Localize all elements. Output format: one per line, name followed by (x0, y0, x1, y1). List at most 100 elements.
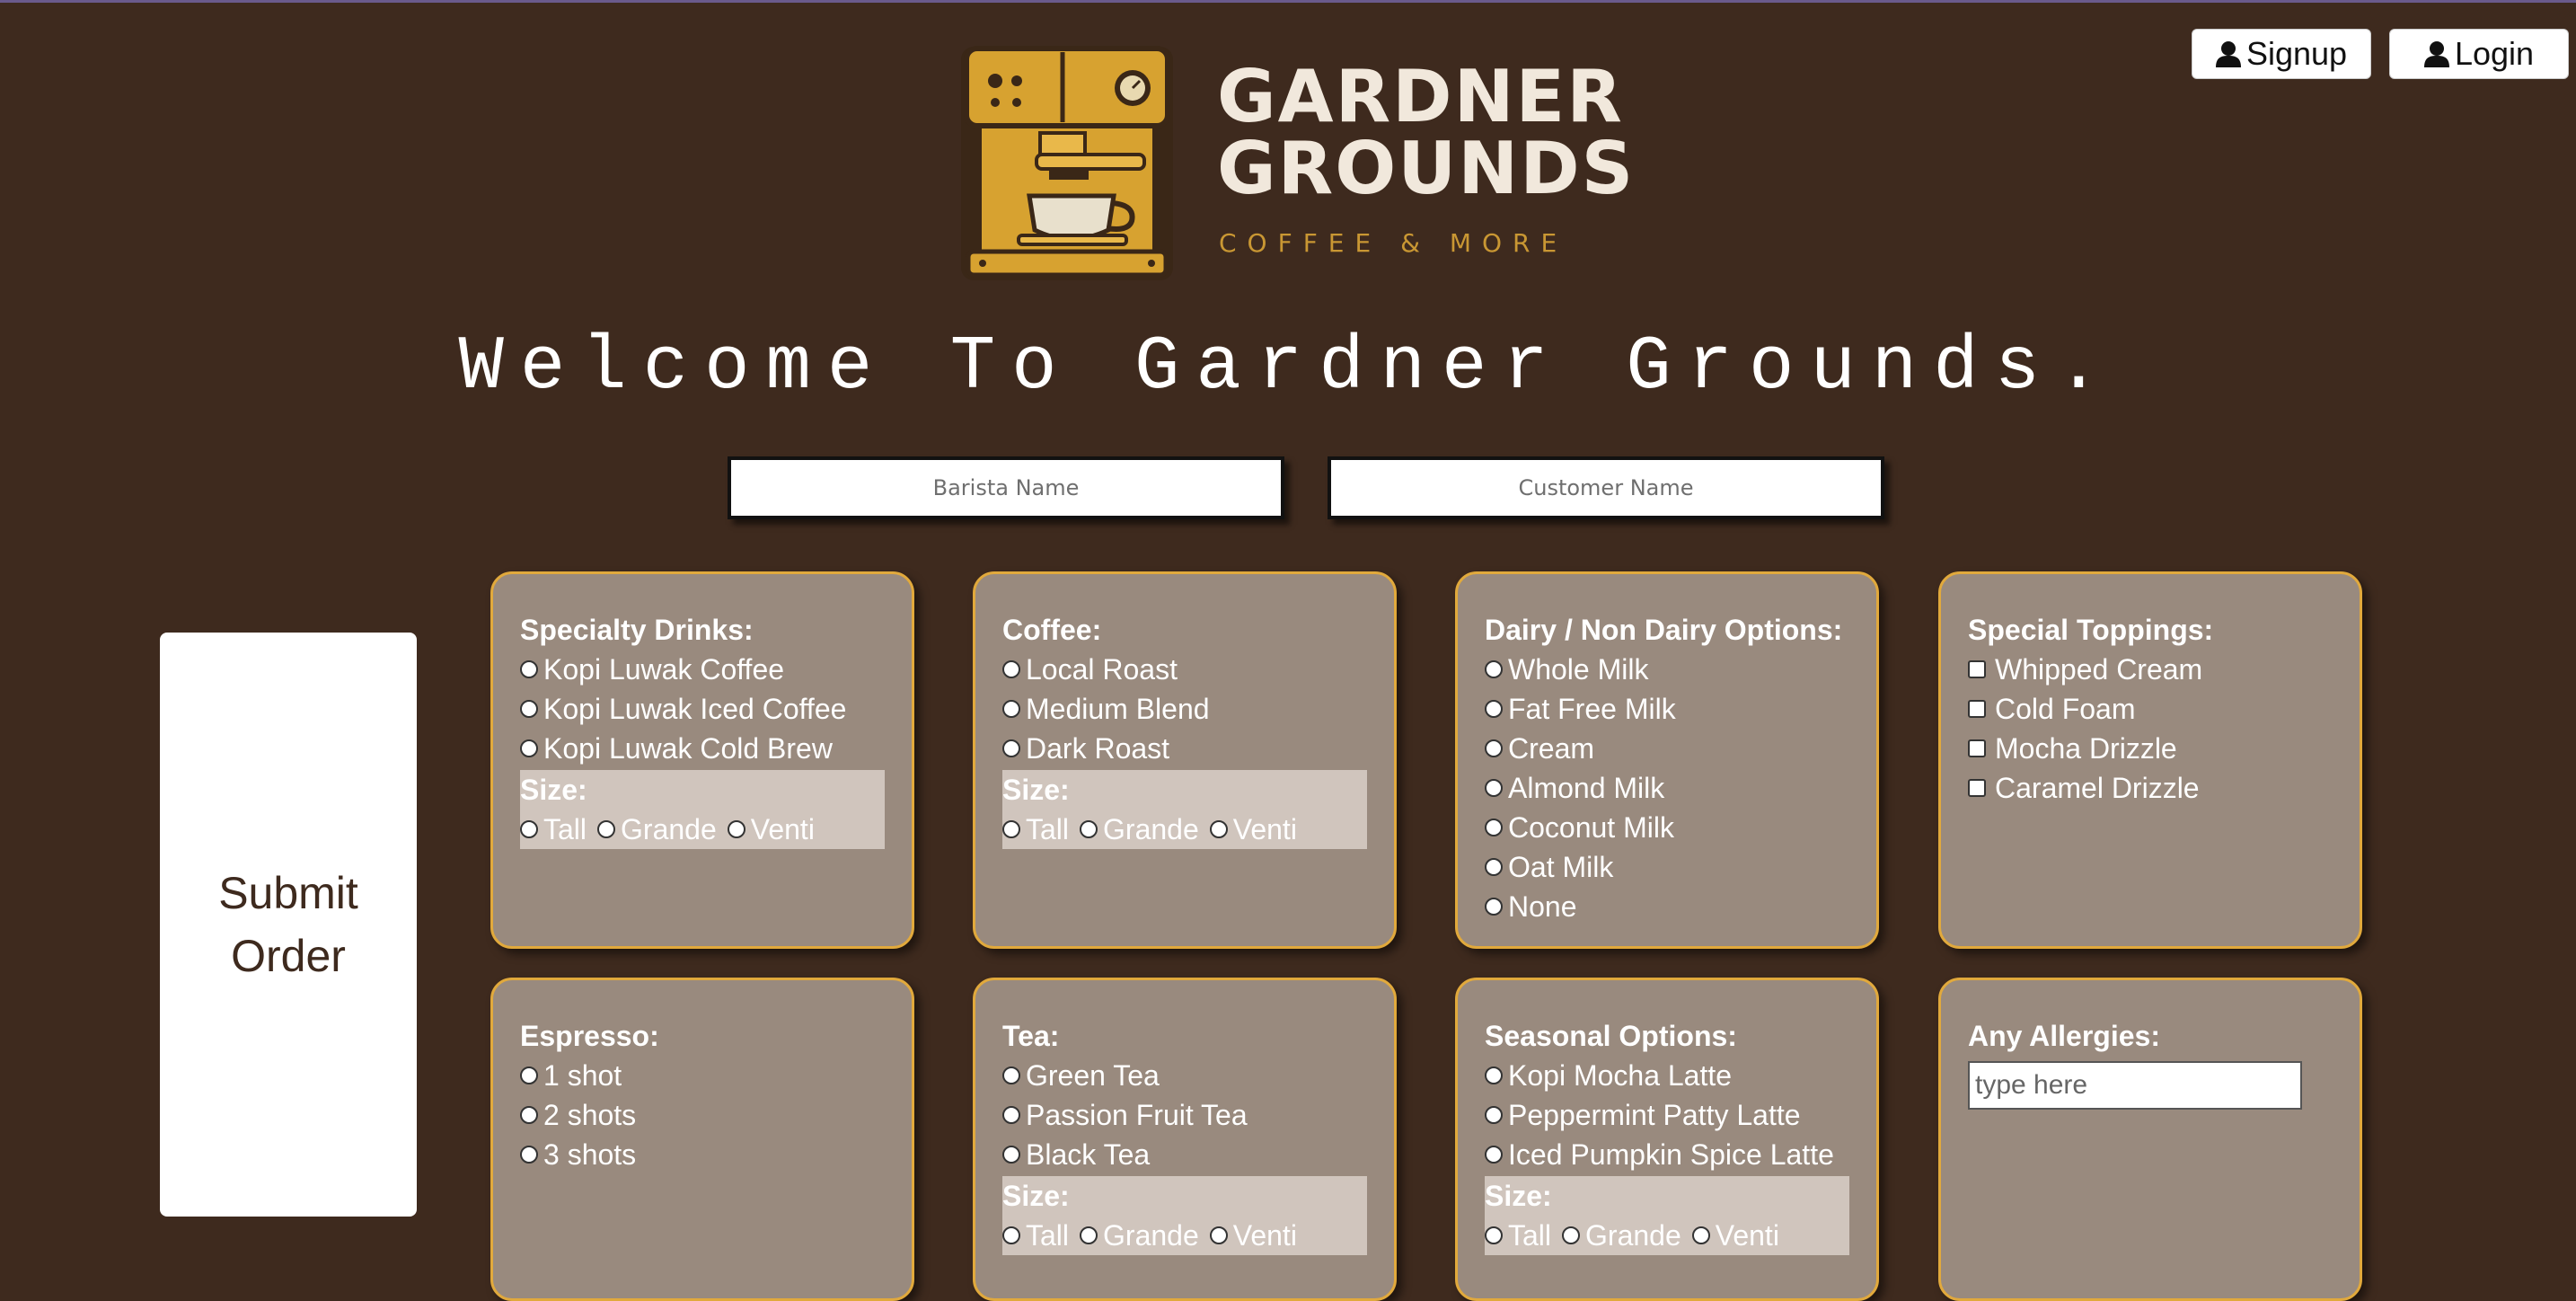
radio-button[interactable] (1485, 700, 1503, 718)
radio-button[interactable] (520, 660, 538, 678)
radio-button[interactable] (520, 1106, 538, 1124)
radio-button[interactable] (1485, 779, 1503, 797)
radio-button[interactable] (1485, 858, 1503, 876)
dairy-option[interactable]: Cream (1485, 729, 1876, 768)
topping-option[interactable]: Cold Foam (1968, 689, 2360, 729)
signup-button[interactable]: Signup (2192, 29, 2371, 79)
option-label: Cold Foam (1995, 693, 2136, 725)
login-button[interactable]: Login (2389, 29, 2569, 79)
dairy-options-card: Dairy / Non Dairy Options: Whole Milk Fa… (1455, 571, 1879, 949)
size-radio-tall[interactable] (1485, 1226, 1503, 1244)
size-title: Size: (1002, 1180, 1070, 1212)
radio-button[interactable] (520, 700, 538, 718)
coffee-option[interactable]: Medium Blend (1002, 689, 1394, 729)
radio-button[interactable] (1485, 739, 1503, 757)
radio-button[interactable] (1002, 700, 1020, 718)
radio-button[interactable] (1002, 1066, 1020, 1084)
option-label: None (1508, 890, 1577, 923)
dairy-title: Dairy / Non Dairy Options: (1485, 614, 1843, 646)
size-label: Tall (1026, 813, 1070, 845)
tea-option[interactable]: Black Tea (1002, 1135, 1394, 1174)
tea-option[interactable]: Green Tea (1002, 1056, 1394, 1095)
option-label: Iced Pumpkin Spice Latte (1508, 1138, 1834, 1171)
dairy-option[interactable]: Almond Milk (1485, 768, 1876, 808)
dairy-option[interactable]: Fat Free Milk (1485, 689, 1876, 729)
dairy-option[interactable]: Oat Milk (1485, 847, 1876, 887)
specialty-option[interactable]: Kopi Luwak Cold Brew (520, 729, 912, 768)
tea-option[interactable]: Passion Fruit Tea (1002, 1095, 1394, 1135)
radio-button[interactable] (1485, 898, 1503, 916)
size-radio-venti[interactable] (1209, 1226, 1228, 1244)
espresso-option[interactable]: 3 shots (520, 1135, 912, 1174)
brand-tagline: COFFEE & MORE (1219, 228, 1568, 258)
size-radio-grande[interactable] (597, 820, 616, 838)
checkbox[interactable] (1968, 660, 1986, 678)
seasonal-title: Seasonal Options: (1485, 1020, 1737, 1052)
option-label: Kopi Luwak Coffee (543, 653, 785, 686)
coffee-option[interactable]: Dark Roast (1002, 729, 1394, 768)
specialty-option[interactable]: Kopi Luwak Iced Coffee (520, 689, 912, 729)
radio-button[interactable] (520, 739, 538, 757)
radio-button[interactable] (1485, 660, 1503, 678)
size-radio-tall[interactable] (1002, 1226, 1020, 1244)
size-label: Venti (1232, 813, 1297, 845)
seasonal-option[interactable]: Peppermint Patty Latte (1485, 1095, 1876, 1135)
checkbox[interactable] (1968, 779, 1986, 797)
size-radio-grande[interactable] (1080, 1226, 1098, 1244)
size-radio-tall[interactable] (520, 820, 538, 838)
specialty-option[interactable]: Kopi Luwak Coffee (520, 650, 912, 689)
allergies-title: Any Allergies: (1968, 1020, 2160, 1052)
allergies-input[interactable] (1968, 1061, 2302, 1110)
checkbox[interactable] (1968, 739, 1986, 757)
dairy-option[interactable]: Whole Milk (1485, 650, 1876, 689)
option-label: Whole Milk (1508, 653, 1649, 686)
radio-button[interactable] (1002, 660, 1020, 678)
dairy-option[interactable]: Coconut Milk (1485, 808, 1876, 847)
radio-button[interactable] (520, 1066, 538, 1084)
size-radio-venti[interactable] (1209, 820, 1228, 838)
size-radio-grande[interactable] (1080, 820, 1098, 838)
user-icon (2423, 41, 2449, 67)
topping-option[interactable]: Whipped Cream (1968, 650, 2360, 689)
radio-button[interactable] (1485, 819, 1503, 836)
size-selector: Size: Tall Grande Venti (1002, 1176, 1367, 1255)
seasonal-option[interactable]: Iced Pumpkin Spice Latte (1485, 1135, 1876, 1174)
option-label: Caramel Drizzle (1995, 772, 2200, 804)
size-label: Grande (1103, 1219, 1199, 1252)
customer-name-input[interactable] (1328, 456, 1884, 519)
tea-title: Tea: (1002, 1020, 1060, 1052)
radio-button[interactable] (520, 1146, 538, 1164)
checkbox[interactable] (1968, 700, 1986, 718)
submit-order-button[interactable]: Submit Order (160, 633, 417, 1217)
size-options: Tall Grande Venti (520, 810, 885, 849)
coffee-option[interactable]: Local Roast (1002, 650, 1394, 689)
size-label: Venti (1715, 1219, 1779, 1252)
option-label: 1 shot (543, 1059, 622, 1092)
barista-name-input[interactable] (728, 456, 1284, 519)
option-label: Black Tea (1026, 1138, 1151, 1171)
radio-button[interactable] (1002, 739, 1020, 757)
radio-button[interactable] (1485, 1106, 1503, 1124)
size-radio-grande[interactable] (1562, 1226, 1581, 1244)
seasonal-option[interactable]: Kopi Mocha Latte (1485, 1056, 1876, 1095)
espresso-card: Espresso: 1 shot 2 shots 3 shots (490, 978, 914, 1301)
topping-option[interactable]: Caramel Drizzle (1968, 768, 2360, 808)
size-radio-venti[interactable] (727, 820, 745, 838)
size-title: Size: (1485, 1180, 1552, 1212)
size-title: Size: (1002, 774, 1070, 806)
dairy-option[interactable]: None (1485, 887, 1876, 926)
espresso-option[interactable]: 2 shots (520, 1095, 912, 1135)
option-label: Oat Milk (1508, 851, 1614, 883)
size-radio-venti[interactable] (1691, 1226, 1710, 1244)
size-label: Tall (1026, 1219, 1070, 1252)
radio-button[interactable] (1002, 1106, 1020, 1124)
option-label: Dark Roast (1026, 732, 1170, 765)
espresso-option[interactable]: 1 shot (520, 1056, 912, 1095)
option-label: Kopi Luwak Cold Brew (543, 732, 833, 765)
size-radio-tall[interactable] (1002, 820, 1020, 838)
topping-option[interactable]: Mocha Drizzle (1968, 729, 2360, 768)
size-label: Grande (1103, 813, 1199, 845)
radio-button[interactable] (1002, 1146, 1020, 1164)
radio-button[interactable] (1485, 1066, 1503, 1084)
radio-button[interactable] (1485, 1146, 1503, 1164)
